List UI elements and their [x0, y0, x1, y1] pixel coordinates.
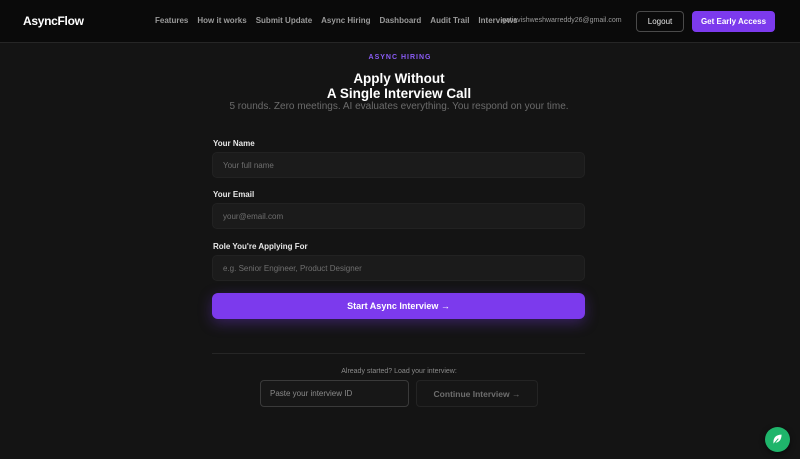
start-interview-button[interactable]: Start Async Interview → [212, 293, 585, 319]
floating-action-button[interactable] [765, 427, 790, 452]
app-logo[interactable]: AsyncFlow [23, 14, 84, 28]
nav-link-submit-update[interactable]: Submit Update [256, 16, 312, 25]
email-label: Your Email [213, 190, 255, 199]
resume-prompt: Already started? Load your interview: [341, 368, 457, 375]
user-email: gatiavishweshwarreddy26@gmail.com [502, 17, 622, 24]
nav-link-dashboard[interactable]: Dashboard [380, 16, 422, 25]
title-line-2: A Single Interview Call [326, 86, 472, 101]
nav-link-async-hiring[interactable]: Async Hiring [321, 16, 370, 25]
title-line-1: Apply Without [353, 71, 445, 86]
role-input[interactable]: e.g. Senior Engineer, Product Designer [212, 255, 585, 281]
section-eyebrow: ASYNC HIRING [368, 54, 432, 61]
nav-links: Features How it works Submit Update Asyn… [155, 16, 518, 25]
leaf-icon [773, 434, 782, 445]
interview-id-input[interactable]: Paste your interview ID [260, 380, 409, 407]
section-divider [212, 353, 585, 354]
nav-link-audit-trail[interactable]: Audit Trail [430, 16, 469, 25]
page-title: Apply Without A Single Interview Call [0, 71, 798, 101]
name-label: Your Name [213, 139, 255, 148]
name-input[interactable]: Your full name [212, 152, 585, 178]
continue-interview-button[interactable]: Continue Interview → [416, 380, 538, 407]
nav-link-how-it-works[interactable]: How it works [197, 16, 246, 25]
logout-button[interactable]: Logout [636, 11, 684, 32]
role-label: Role You're Applying For [213, 242, 308, 251]
top-navbar: AsyncFlow Features How it works Submit U… [0, 0, 800, 43]
page-subtitle: 5 rounds. Zero meetings. AI evaluates ev… [229, 101, 569, 112]
nav-link-features[interactable]: Features [155, 16, 188, 25]
email-input[interactable]: your@email.com [212, 203, 585, 229]
get-early-access-button[interactable]: Get Early Access [692, 11, 775, 32]
